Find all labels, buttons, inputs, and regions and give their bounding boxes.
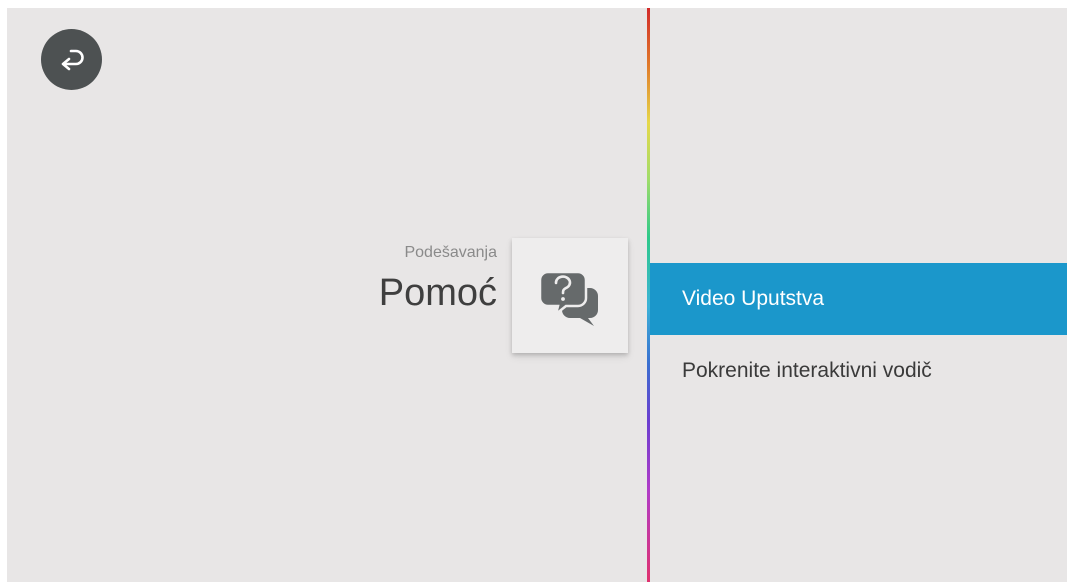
- category-tile: [512, 238, 628, 353]
- menu-item-label: Video Uputstva: [682, 287, 825, 310]
- help-chat-icon: [538, 270, 598, 326]
- help-menu: Video Uputstva Pokrenite interaktivni vo…: [650, 263, 1067, 407]
- page-title: Pomoć: [378, 272, 497, 314]
- menu-item-video-tutorials[interactable]: Video Uputstva: [650, 263, 1067, 335]
- right-pane: Video Uputstva Pokrenite interaktivni vo…: [650, 8, 1067, 582]
- back-arrow-icon: [61, 49, 84, 70]
- menu-item-interactive-guide[interactable]: Pokrenite interaktivni vodič: [650, 335, 1067, 407]
- menu-item-label: Pokrenite interaktivni vodič: [682, 359, 932, 382]
- left-pane: Podešavanja Pomoć: [7, 8, 647, 582]
- breadcrumb: Podešavanja: [404, 244, 497, 261]
- back-button[interactable]: [41, 29, 102, 90]
- tv-settings-screen: Podešavanja Pomoć Video Uputstva Pokreni…: [7, 8, 1067, 582]
